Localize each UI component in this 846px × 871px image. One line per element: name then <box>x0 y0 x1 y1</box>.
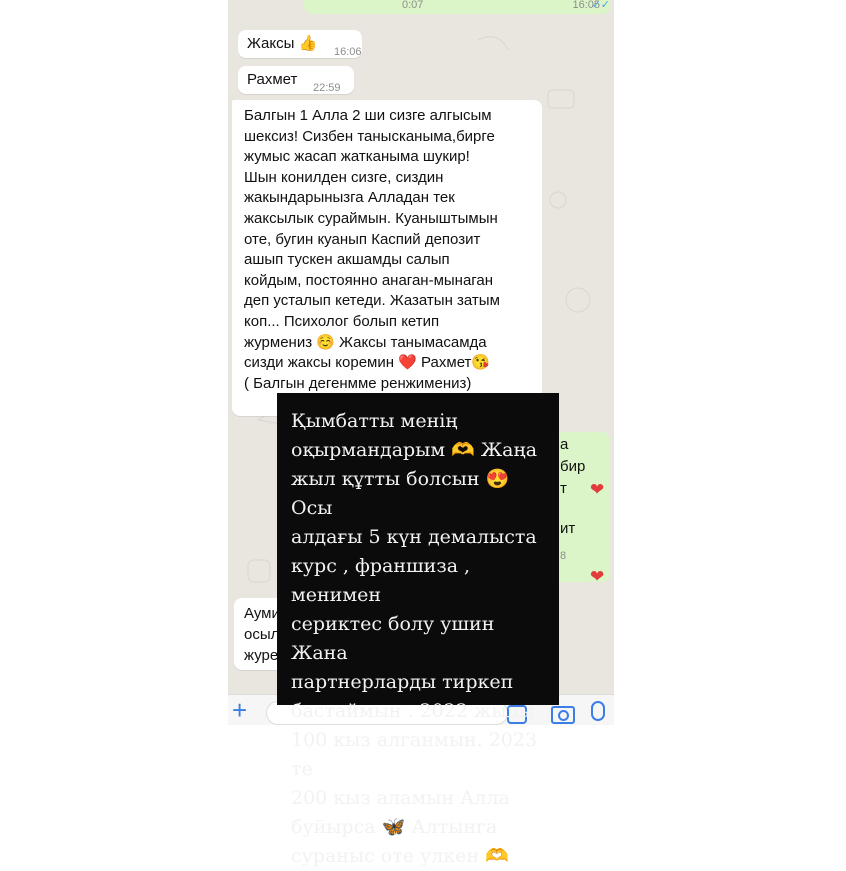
story-text-overlay: Қымбатты менің оқырмандарым 🫶 Жаңа жыл қ… <box>277 393 559 867</box>
message-time: 8 <box>560 550 567 562</box>
heart-reaction-icon: ❤ <box>590 567 605 586</box>
sent-voice-message[interactable]: 0:07 16:05 ✓✓ <box>304 0 610 14</box>
received-message[interactable]: Балгын 1 Алла 2 ши сизге алгысым шексиз!… <box>232 100 542 416</box>
heart-icon: ❤ <box>590 480 605 499</box>
message-time: 16:06 <box>334 46 362 58</box>
camera-icon[interactable] <box>551 706 575 724</box>
read-ticks-icon: ✓✓ <box>591 0 610 11</box>
microphone-icon[interactable] <box>591 701 605 721</box>
message-text: Рахмет <box>247 71 298 88</box>
message-text-fragment: а <box>560 436 569 453</box>
overlay-text: Қымбатты менің оқырмандарым 🫶 Жаңа жыл қ… <box>291 410 538 867</box>
received-message[interactable]: Рахмет 22:59 <box>238 66 354 94</box>
voice-duration: 0:07 <box>402 0 424 11</box>
message-text: Балгын 1 Алла 2 ши сизге алгысым шексиз!… <box>244 107 500 392</box>
plus-icon[interactable]: + <box>232 697 247 723</box>
message-text: Жаксы 👍 <box>247 35 318 52</box>
message-text-fragment: бир <box>560 458 586 475</box>
message-text-fragment: ит <box>560 520 576 537</box>
received-message[interactable]: Жаксы 👍 16:06 <box>238 30 362 58</box>
message-text-fragment: т <box>560 480 567 497</box>
message-time: 22:59 <box>313 82 341 94</box>
